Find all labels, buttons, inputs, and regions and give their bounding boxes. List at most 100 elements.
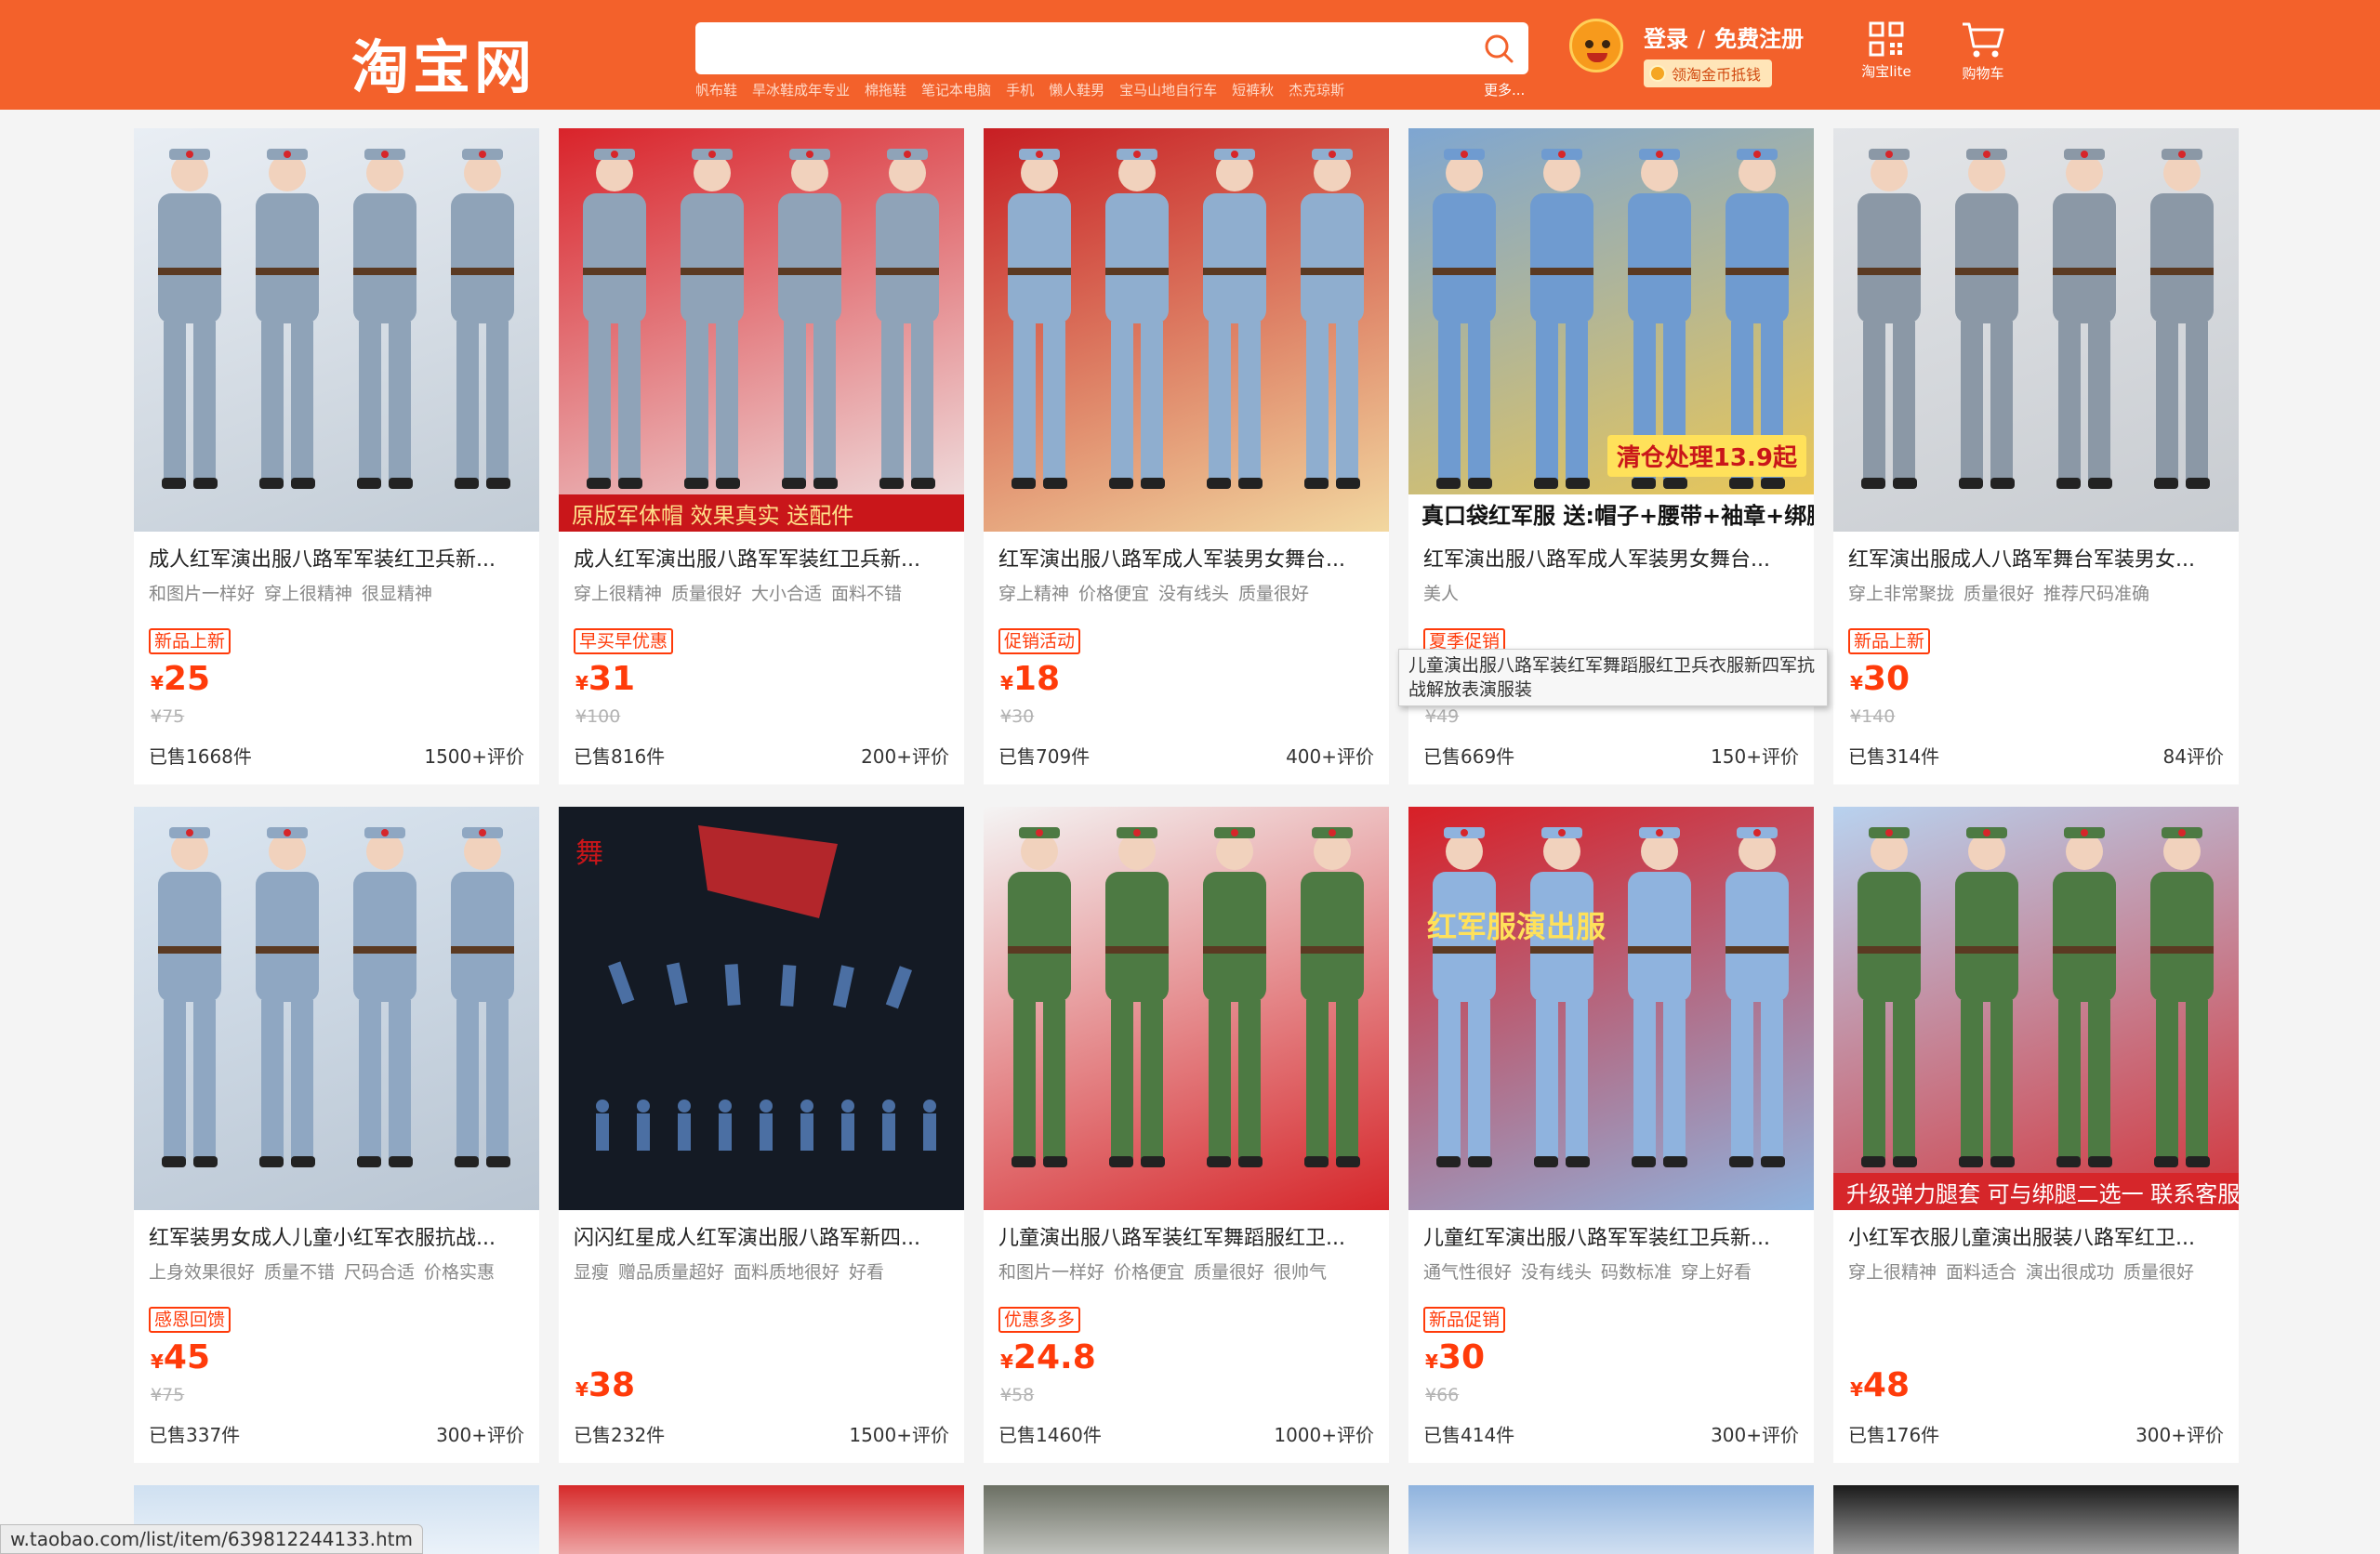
product-title[interactable]: 成人红军演出服八路军军装红卫兵新...: [149, 543, 524, 573]
product-photo: [1008, 827, 1364, 1167]
review-count[interactable]: 150+评价: [1711, 742, 1799, 769]
cart-label: 购物车: [1962, 65, 2004, 82]
product-price: ¥18: [1000, 660, 1060, 698]
product-image[interactable]: 红军服演出服: [1408, 807, 1814, 1210]
hot-word[interactable]: 懒人鞋男: [1049, 80, 1104, 100]
review-count[interactable]: 1000+评价: [1274, 1420, 1374, 1447]
product-photo: [158, 149, 514, 489]
product-image[interactable]: 升级弹力腿套 可与绑腿二选一 联系客服备注: [1833, 807, 2239, 1210]
search-input[interactable]: [695, 22, 1528, 74]
review-tags: 通气性很好 没有线头 码数标准 穿上好看: [1423, 1258, 1799, 1284]
coin-reward-button[interactable]: 领淘金币抵钱: [1644, 59, 1773, 87]
review-tag: 推荐尺码准确: [2043, 584, 2150, 604]
promo-badge: 新品促销: [1423, 1307, 1506, 1333]
review-count[interactable]: 200+评价: [861, 742, 949, 769]
currency-symbol: ¥: [1425, 1350, 1438, 1373]
review-tag: 和图片一样好: [149, 584, 256, 604]
product-price: ¥30: [1425, 1338, 1485, 1376]
search-field[interactable]: [708, 30, 1452, 67]
product-image[interactable]: [984, 807, 1389, 1210]
product-price: ¥30: [1850, 660, 1910, 698]
image-promo-badge: 红军服演出服: [1427, 909, 1606, 944]
original-price: ¥75: [151, 706, 185, 727]
product-image[interactable]: 清仓处理13.9起 真口袋红军服 送:帽子+腰带+袖章+绑腿: [1408, 128, 1814, 532]
product-title[interactable]: 儿童红军演出服八路军军装红卫兵新...: [1423, 1221, 1799, 1251]
mascot-mouth: [1587, 53, 1607, 62]
product-price: ¥24.8: [1000, 1338, 1096, 1376]
hot-word[interactable]: 杰克琼斯: [1289, 80, 1344, 100]
product-card[interactable]: 升级弹力腿套 可与绑腿二选一 联系客服备注小红军衣服儿童演出服装八路军红卫...…: [1833, 807, 2239, 1463]
product-title[interactable]: 红军演出服成人八路军舞台军装男女...: [1848, 543, 2224, 573]
product-image[interactable]: 舞: [559, 807, 964, 1210]
cart-button[interactable]: 购物车: [1950, 20, 2016, 83]
hot-word[interactable]: 宝马山地自行车: [1119, 80, 1217, 100]
currency-symbol: ¥: [1850, 1378, 1863, 1401]
login-register: 登录 / 免费注册: [1644, 20, 1804, 53]
product-card[interactable]: 原版军体帽 效果真实 送配件 成人红军演出服八路军军装红卫兵新... 穿上很精神 质量…: [559, 128, 964, 784]
product-card[interactable]: 红军服演出服儿童红军演出服八路军军装红卫兵新... 通气性很好 没有线头 码数标准 穿上…: [1408, 807, 1814, 1463]
hot-word[interactable]: 短裤秋: [1232, 80, 1274, 100]
product-card-partial[interactable]: [984, 1485, 1389, 1554]
review-tag: 穿上非常聚拢: [1848, 584, 1955, 604]
product-title[interactable]: 红军演出服八路军成人军装男女舞台...: [998, 543, 1374, 573]
product-card-partial[interactable]: [1408, 1485, 1814, 1554]
mascot-avatar-icon[interactable]: [1569, 19, 1623, 72]
product-card[interactable]: 舞闪闪红星成人红军演出服八路军新四... 显瘦 赠品质量超好 面料质地很好 好看 ¥38 已…: [559, 807, 964, 1463]
hot-word[interactable]: 棉拖鞋: [865, 80, 906, 100]
price-value: 30: [1862, 660, 1911, 698]
product-photo: 舞: [559, 807, 964, 1210]
product-card[interactable]: 红军装男女成人儿童小红军衣服抗战... 上身效果很好 质量不错 尺码合适 价格实惠 感恩回…: [134, 807, 539, 1463]
review-tags: 和图片一样好 价格便宜 质量很好 很帅气: [998, 1258, 1374, 1284]
review-count[interactable]: 300+评价: [436, 1420, 524, 1447]
product-title[interactable]: 成人红军演出服八路军军装红卫兵新...: [574, 543, 949, 573]
hot-word[interactable]: 手机: [1006, 80, 1034, 100]
product-image[interactable]: [1833, 128, 2239, 532]
product-image[interactable]: [984, 128, 1389, 532]
taobao-logo[interactable]: 淘宝网: [351, 20, 536, 104]
product-card[interactable]: 成人红军演出服八路军军装红卫兵新... 和图片一样好 穿上很精神 很显精神 新品上新 ¥2…: [134, 128, 539, 784]
product-photo: [1008, 149, 1364, 489]
product-title[interactable]: 红军演出服八路军成人军装男女舞台...: [1423, 543, 1799, 573]
product-title[interactable]: 小红军衣服儿童演出服装八路军红卫...: [1848, 1221, 2224, 1251]
product-price: ¥48: [1850, 1366, 1910, 1404]
product-image[interactable]: [134, 128, 539, 532]
review-count[interactable]: 84评价: [2163, 742, 2224, 769]
product-card[interactable]: 儿童演出服八路军装红军舞蹈服红卫... 和图片一样好 价格便宜 质量很好 很帅气 优惠多多…: [984, 807, 1389, 1463]
product-card-partial[interactable]: [1833, 1485, 2239, 1554]
review-tag: 大小合适: [751, 584, 823, 604]
promo-badge: 促销活动: [998, 628, 1081, 654]
review-count[interactable]: 400+评价: [1286, 742, 1374, 769]
review-count[interactable]: 1500+评价: [424, 742, 524, 769]
review-tag: 好看: [849, 1262, 885, 1283]
product-image[interactable]: [134, 807, 539, 1210]
product-card-partial[interactable]: [559, 1485, 964, 1554]
original-price: ¥75: [151, 1385, 185, 1405]
register-link[interactable]: 免费注册: [1714, 26, 1804, 52]
login-link[interactable]: 登录: [1644, 26, 1688, 52]
hot-word[interactable]: 旱冰鞋成年专业: [752, 80, 850, 100]
product-title[interactable]: 儿童演出服八路军装红军舞蹈服红卫...: [998, 1221, 1374, 1251]
sold-count: 已售709件: [998, 745, 1091, 768]
coin-icon: [1649, 65, 1666, 82]
search-icon[interactable]: [1482, 32, 1515, 65]
review-count[interactable]: 1500+评价: [849, 1420, 949, 1447]
review-tags: 美人: [1423, 580, 1799, 605]
review-count[interactable]: 300+评价: [1711, 1420, 1799, 1447]
product-card[interactable]: 红军演出服八路军成人军装男女舞台... 穿上精神 价格便宜 没有线头 质量很好 促销活动 ¥…: [984, 128, 1389, 784]
product-image[interactable]: 原版军体帽 效果真实 送配件: [559, 128, 964, 532]
taobao-lite-button[interactable]: 淘宝lite: [1854, 20, 1919, 81]
review-tags: 穿上很精神 面料适合 演出很成功 质量很好: [1848, 1258, 2224, 1284]
product-card[interactable]: 红军演出服成人八路军舞台军装男女... 穿上非常聚拢 质量很好 推荐尺码准确 新品上新 ¥…: [1833, 128, 2239, 784]
review-count[interactable]: 300+评价: [2135, 1420, 2224, 1447]
product-title[interactable]: 闪闪红星成人红军演出服八路军新四...: [574, 1221, 949, 1251]
review-tag: 没有线头: [1521, 1262, 1593, 1283]
mascot-eye: [1602, 40, 1610, 48]
hot-word[interactable]: 帆布鞋: [695, 80, 737, 100]
hot-word[interactable]: 笔记本电脑: [921, 80, 991, 100]
review-tag: 价格便宜: [1114, 1262, 1185, 1283]
hot-words-more-link[interactable]: 更多...: [1484, 80, 1525, 99]
product-photo: [1858, 149, 2214, 489]
sold-count: 已售1460件: [998, 1424, 1102, 1446]
product-title[interactable]: 红军装男女成人儿童小红军衣服抗战...: [149, 1221, 524, 1251]
review-tag: 显瘦: [574, 1262, 610, 1283]
